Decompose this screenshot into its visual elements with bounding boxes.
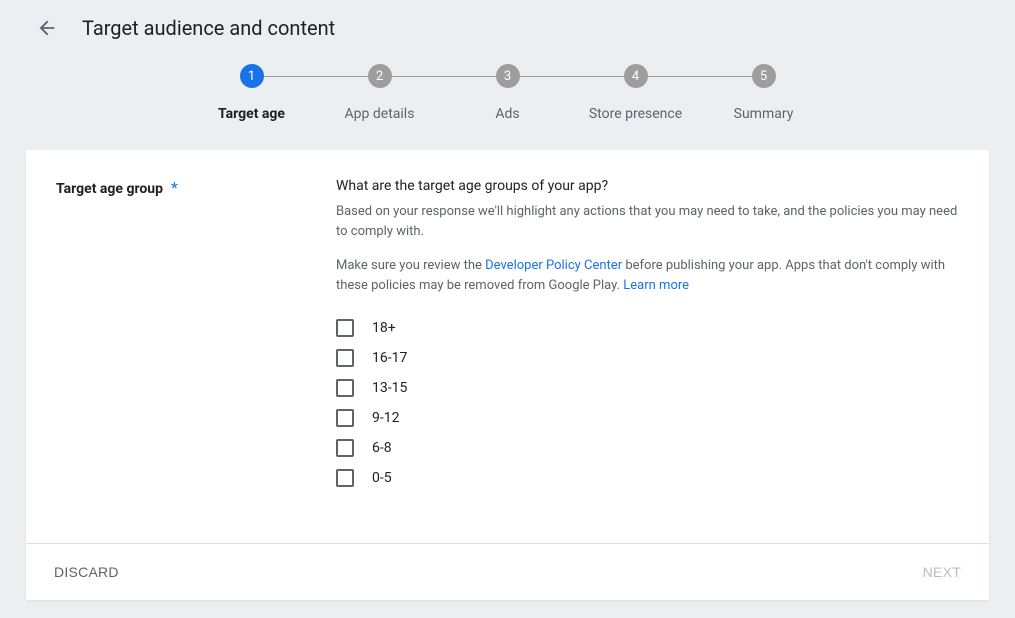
back-arrow-icon[interactable]	[36, 17, 58, 39]
question-text: What are the target age groups of your a…	[336, 178, 959, 194]
required-indicator: *	[171, 178, 178, 197]
age-option-label: 0-5	[372, 470, 392, 486]
checkbox-icon[interactable]	[336, 439, 354, 457]
step-number: 5	[752, 64, 776, 88]
next-button[interactable]: Next	[923, 564, 961, 580]
checkbox-icon[interactable]	[336, 379, 354, 397]
step-ads[interactable]: 3 Ads	[444, 64, 572, 122]
card-body: Target age group * What are the target a…	[26, 150, 989, 543]
field-label-column: Target age group *	[56, 178, 316, 487]
learn-more-link[interactable]: Learn more	[623, 278, 689, 293]
discard-button[interactable]: Discard	[54, 564, 119, 580]
checkbox-icon[interactable]	[336, 319, 354, 337]
age-option[interactable]: 16-17	[336, 349, 959, 367]
step-label: Summary	[734, 106, 794, 122]
step-label: App details	[345, 106, 415, 122]
field-content-column: What are the target age groups of your a…	[336, 178, 959, 487]
age-option-label: 18+	[372, 320, 396, 336]
age-option[interactable]: 18+	[336, 319, 959, 337]
step-number: 1	[240, 64, 264, 88]
step-number: 3	[496, 64, 520, 88]
age-option-label: 16-17	[372, 350, 407, 366]
step-number: 2	[368, 64, 392, 88]
step-label: Target age	[218, 106, 285, 122]
step-store-presence[interactable]: 4 Store presence	[572, 64, 700, 122]
age-option[interactable]: 0-5	[336, 469, 959, 487]
policy-center-link[interactable]: Developer Policy Center	[485, 258, 622, 273]
field-label: Target age group	[56, 181, 163, 197]
hint2-pre: Make sure you review the	[336, 258, 485, 273]
hint-text-1: Based on your response we'll highlight a…	[336, 202, 959, 242]
checkbox-icon[interactable]	[336, 349, 354, 367]
step-label: Ads	[495, 106, 519, 122]
stepper: 1 Target age 2 App details 3 Ads 4 Store presen…	[0, 50, 1015, 150]
step-connector	[508, 76, 636, 77]
step-connector	[380, 76, 508, 77]
card-footer: Discard Next	[26, 543, 989, 600]
checkbox-icon[interactable]	[336, 409, 354, 427]
age-options-list: 18+ 16-17 13-15 9-12 6-8 0-5	[336, 319, 959, 487]
checkbox-icon[interactable]	[336, 469, 354, 487]
form-card: Target age group * What are the target a…	[26, 150, 989, 600]
age-option[interactable]: 6-8	[336, 439, 959, 457]
page-title: Target audience and content	[82, 16, 335, 40]
age-option-label: 13-15	[372, 380, 407, 396]
step-number: 4	[624, 64, 648, 88]
age-option-label: 6-8	[372, 440, 392, 456]
step-connector	[252, 76, 380, 77]
age-option[interactable]: 13-15	[336, 379, 959, 397]
step-app-details[interactable]: 2 App details	[316, 64, 444, 122]
hint-text-2: Make sure you review the Developer Polic…	[336, 256, 959, 296]
age-option-label: 9-12	[372, 410, 399, 426]
step-label: Store presence	[589, 106, 682, 122]
step-connector	[636, 76, 764, 77]
step-summary[interactable]: 5 Summary	[700, 64, 828, 122]
header-bar: Target audience and content	[0, 0, 1015, 50]
age-option[interactable]: 9-12	[336, 409, 959, 427]
step-target-age[interactable]: 1 Target age	[188, 64, 316, 122]
